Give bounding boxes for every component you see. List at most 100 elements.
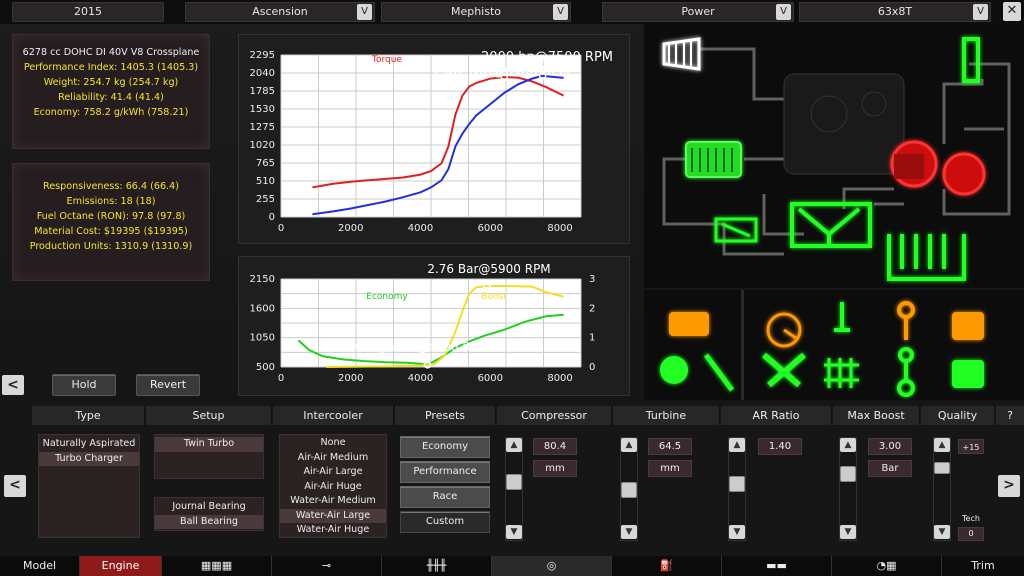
quality-slider-thumb[interactable] [934,462,950,474]
compressor-slider-thumb[interactable] [506,474,522,490]
engine-diagram [644,24,1024,288]
bottom-nav: Model Engine ▦▦▦ ⊸ ╫╫╫ ◎ ⛽ ▬▬ ◔▦ Trim [0,556,1024,576]
torque-series-label: Torque [371,55,402,65]
chevron-down-icon[interactable]: V [776,4,791,20]
y-tick-label: 2150 [250,274,275,285]
turbine-down-button[interactable]: ▼ [621,525,637,539]
turbine-slider-thumb[interactable] [621,482,637,498]
chevron-down-icon[interactable]: V [357,4,372,20]
family-dropdown[interactable]: Ascension V [185,2,375,22]
intercooler-option[interactable]: Water-Air Medium [280,494,386,509]
testing-icon: ◔▦ [876,559,897,572]
ar-ratio-down-button[interactable]: ▼ [729,525,745,539]
y2-tick-label: 1 [589,333,595,344]
intercooler-option[interactable]: None [280,436,386,451]
setup-option-selected[interactable]: Twin Turbo [155,437,263,452]
tab-fuel[interactable]: ⛽ [612,556,722,576]
y2-tick-label: 2 [589,303,595,314]
divider [741,290,744,400]
conrod-icon [897,301,915,319]
conrod-icon: ⊸ [321,559,332,572]
tab-testing[interactable]: ◔▦ [832,556,942,576]
preset-custom-button[interactable]: Custom [400,511,490,533]
turbine-up-button[interactable]: ▲ [621,438,637,452]
compressor-up-button[interactable]: ▲ [506,438,522,452]
bearing-option[interactable]: Journal Bearing [155,500,263,515]
x-tick-label: 2000 [338,223,363,234]
stats-panel-primary: 6278 cc DOHC DI 40V V8 Crossplane Perfor… [12,34,210,149]
preset-race-button[interactable]: Race [400,486,490,508]
variant-dropdown[interactable]: Mephisto V [381,2,571,22]
chevron-down-icon[interactable]: V [553,4,568,20]
prev-part-button[interactable]: < [4,475,26,497]
chevron-down-icon[interactable]: V [973,4,988,20]
intercooler-option-selected[interactable]: Water-Air Large [280,508,386,523]
prev-button[interactable]: < [2,375,24,395]
economy-series-label: Economy [366,292,408,302]
intercooler-option[interactable]: Water-Air Huge [280,523,386,538]
compressor-down-button[interactable]: ▼ [506,525,522,539]
explosion-icon [660,356,688,384]
intercooler-option[interactable]: Air-Air Large [280,465,386,480]
preset-performance-button[interactable]: Performance [400,461,490,483]
turbo-icon: ◎ [546,559,557,572]
performance-index: Performance Index: 1405.3 (1405.3) [23,62,199,73]
engine-block-icon: ▦▦▦ [200,559,233,572]
year-field[interactable]: 2015 [12,2,164,22]
piston-status-icon [952,360,984,388]
turbine-value: 64.5 [648,438,692,455]
intercooler-option[interactable]: Air-Air Medium [280,451,386,466]
type-list: Naturally Aspirated Turbo Charger [38,434,140,538]
setup-list: Twin Turbo [154,434,264,479]
tab-valvetrain[interactable]: ╫╫╫ [382,556,492,576]
quality-down-button[interactable]: ▼ [934,525,950,539]
torque-power-chart: 0 255 510 765 1020 1275 1530 1785 2040 2295 0 2000 4… [238,34,630,244]
max-boost-slider-thumb[interactable] [840,466,856,482]
tab-exhaust[interactable]: ▬▬ [722,556,832,576]
close-button[interactable]: ✕ [1003,2,1021,21]
intercooler-option[interactable]: Air-Air Huge [280,480,386,495]
economy-min-annotation: 540.8 g/kWh@4200 RPM [340,340,489,354]
x-tick-label: 0 [278,373,284,384]
tab-engine-block[interactable]: ▦▦▦ [162,556,272,576]
max-boost-up-button[interactable]: ▲ [840,438,856,452]
focus-dropdown[interactable]: Power V [602,2,794,22]
focus-value: Power [681,5,715,18]
y2-tick-label: 0 [589,362,595,373]
tab-engine[interactable]: Engine [80,556,162,576]
tab-trim[interactable]: Trim [942,556,1024,576]
torque-power-chart-svg: 0 255 510 765 1020 1275 1530 1785 2040 2295 0 2000 4… [250,50,613,234]
max-boost-header: Max Boost [833,406,920,425]
production-units-stat: Production Units: 1310.9 (1310.9) [29,241,193,252]
boost-series-label: Boost [481,292,507,302]
y-tick-label: 2040 [250,68,275,79]
octane-stat: Fuel Octane (RON): 97.8 (97.8) [36,211,186,222]
y-tick-label: 1600 [250,303,275,314]
preset-economy-button[interactable]: Economy [400,436,490,458]
turbo-name-dropdown[interactable]: 63x8T V [799,2,991,22]
y-tick-label: 2295 [250,50,275,61]
responsiveness-stat: Responsiveness: 66.4 (66.4) [43,181,179,192]
ar-ratio-slider-thumb[interactable] [729,476,745,492]
type-option[interactable]: Naturally Aspirated [39,437,139,452]
economy-boost-chart: 500 1050 1600 2150 0 1 2 3 0 2000 4000 6000 8000 Econ… [238,256,630,396]
crankshaft-icon [824,358,859,388]
bearing-list: Journal Bearing Ball Bearing [154,497,264,531]
quality-up-button[interactable]: ▲ [934,438,950,452]
tab-turbo[interactable]: ◎ [492,556,612,576]
max-boost-down-button[interactable]: ▼ [840,525,856,539]
turbo-name-value: 63x8T [877,5,913,18]
tab-model[interactable]: Model [0,556,80,576]
tab-conrods[interactable]: ⊸ [272,556,382,576]
hold-button[interactable]: Hold [52,374,116,396]
economy-boost-chart-svg: 500 1050 1600 2150 0 1 2 3 0 2000 4000 6000 8000 Econ… [250,262,596,384]
x-tick-label: 8000 [547,223,572,234]
bearing-option-selected[interactable]: Ball Bearing [155,514,263,529]
turbine-unit: mm [648,460,692,477]
revert-button[interactable]: Revert [136,374,200,396]
type-option-selected[interactable]: Turbo Charger [39,451,139,466]
help-button[interactable]: ? [996,406,1024,425]
tech-value: 0 [958,527,984,541]
ar-ratio-up-button[interactable]: ▲ [729,438,745,452]
next-part-button[interactable]: > [998,475,1020,497]
